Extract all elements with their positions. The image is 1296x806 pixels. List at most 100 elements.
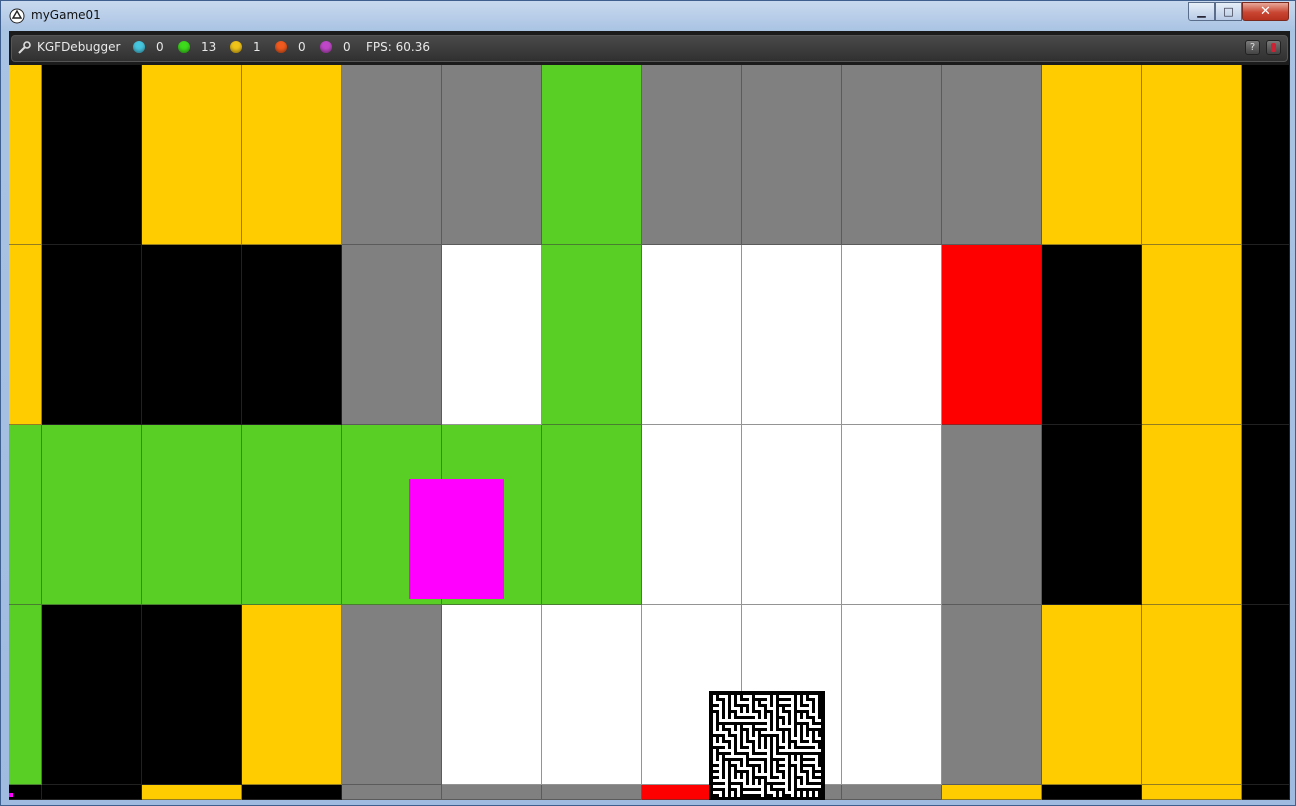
- maze-path: [809, 725, 815, 728]
- tile: [642, 65, 742, 245]
- maze-path: [815, 767, 821, 770]
- maze-path: [737, 695, 740, 701]
- tile: [842, 425, 942, 605]
- maze-path: [749, 761, 755, 764]
- maze-path: [779, 719, 782, 725]
- maze-path: [713, 767, 719, 770]
- maze-path: [755, 725, 761, 728]
- maze-path: [803, 731, 806, 737]
- maze-path: [713, 785, 719, 788]
- maze-path: [785, 725, 791, 728]
- maze-path: [725, 719, 731, 722]
- maze-path: [719, 755, 722, 761]
- maze-path: [815, 725, 821, 728]
- maze-path: [809, 791, 812, 797]
- maze-path: [809, 749, 815, 752]
- tile: [442, 245, 542, 425]
- help-button[interactable]: ?: [1245, 40, 1260, 55]
- maze-path: [767, 773, 770, 779]
- maze-path: [725, 725, 731, 728]
- title-bar[interactable]: myGame01 ▁ □ ✕: [1, 1, 1295, 31]
- maze-path: [761, 791, 764, 797]
- maze-path: [773, 737, 776, 743]
- maze-path: [791, 767, 794, 773]
- maze-path: [797, 737, 800, 743]
- maze-path: [725, 731, 728, 737]
- maze-path: [791, 713, 794, 719]
- maze-path: [773, 701, 776, 707]
- corner-marker: [9, 793, 13, 797]
- maze-path: [761, 779, 764, 785]
- maze-path: [791, 749, 797, 752]
- maze-path: [725, 737, 731, 740]
- maze-path: [731, 779, 737, 782]
- maze-path: [755, 779, 758, 785]
- wrench-icon[interactable]: [18, 41, 31, 54]
- maze-path: [713, 791, 719, 794]
- tile: [842, 65, 942, 245]
- maze-path: [719, 725, 722, 731]
- maze-path: [791, 791, 794, 797]
- debugger-toggle-button[interactable]: [1266, 40, 1281, 55]
- tile: [42, 785, 142, 800]
- tile: [542, 65, 642, 245]
- maze-path: [761, 719, 767, 722]
- maze-path: [773, 779, 779, 782]
- warning-icon: [230, 41, 242, 53]
- maze-path: [803, 749, 809, 752]
- maze-path: [773, 785, 779, 788]
- window-title: myGame01: [31, 8, 101, 22]
- maze-path: [761, 713, 764, 719]
- maze-path: [761, 767, 764, 773]
- maze-path: [755, 701, 758, 707]
- maze-path: [815, 773, 821, 776]
- maze-path: [791, 743, 794, 749]
- maze-path: [731, 731, 737, 734]
- maze-path: [803, 761, 809, 764]
- maze-path: [737, 719, 743, 722]
- maze-path: [761, 749, 767, 752]
- maze-path: [743, 791, 749, 794]
- debugger-name[interactable]: KGFDebugger: [37, 40, 120, 54]
- maze-path: [767, 785, 770, 791]
- minimize-button[interactable]: ▁: [1188, 2, 1215, 21]
- maze-path: [761, 785, 764, 791]
- tile: [342, 605, 442, 785]
- tile: [742, 425, 842, 605]
- maze-path: [725, 695, 728, 701]
- maze-path: [761, 761, 764, 767]
- maze-path: [755, 743, 758, 749]
- maze-path: [749, 719, 755, 722]
- tile: [9, 785, 42, 800]
- maximize-button[interactable]: □: [1215, 2, 1242, 21]
- maze-path: [779, 737, 782, 743]
- maze-path: [773, 767, 776, 773]
- maze-path: [815, 701, 818, 707]
- tile: [642, 425, 742, 605]
- maze-path: [797, 731, 800, 737]
- close-button[interactable]: ✕: [1242, 2, 1289, 21]
- maze-path: [785, 701, 791, 704]
- maze-path: [749, 725, 752, 731]
- maze-path: [731, 701, 734, 707]
- maze-path: [803, 719, 809, 722]
- maze-path: [785, 713, 788, 719]
- maze-path: [809, 755, 815, 758]
- maze-path: [737, 773, 740, 779]
- maze-path: [755, 785, 761, 788]
- game-viewport[interactable]: KGFDebugger 0 13 1 0 0 FPS: 60.36 ?: [9, 31, 1290, 800]
- info-icon: [133, 41, 145, 53]
- maze-path: [743, 743, 749, 746]
- maze-path: [767, 695, 770, 701]
- tile: [42, 425, 142, 605]
- maze-path: [737, 701, 743, 704]
- maze-path: [785, 785, 788, 791]
- tile: [842, 245, 942, 425]
- tile: [9, 605, 42, 785]
- maze-path: [767, 725, 770, 731]
- maze-path: [815, 719, 821, 722]
- maze-path: [743, 761, 746, 767]
- fatal-count: 0: [343, 40, 351, 54]
- maze-path: [725, 707, 728, 713]
- maze-path: [719, 779, 725, 782]
